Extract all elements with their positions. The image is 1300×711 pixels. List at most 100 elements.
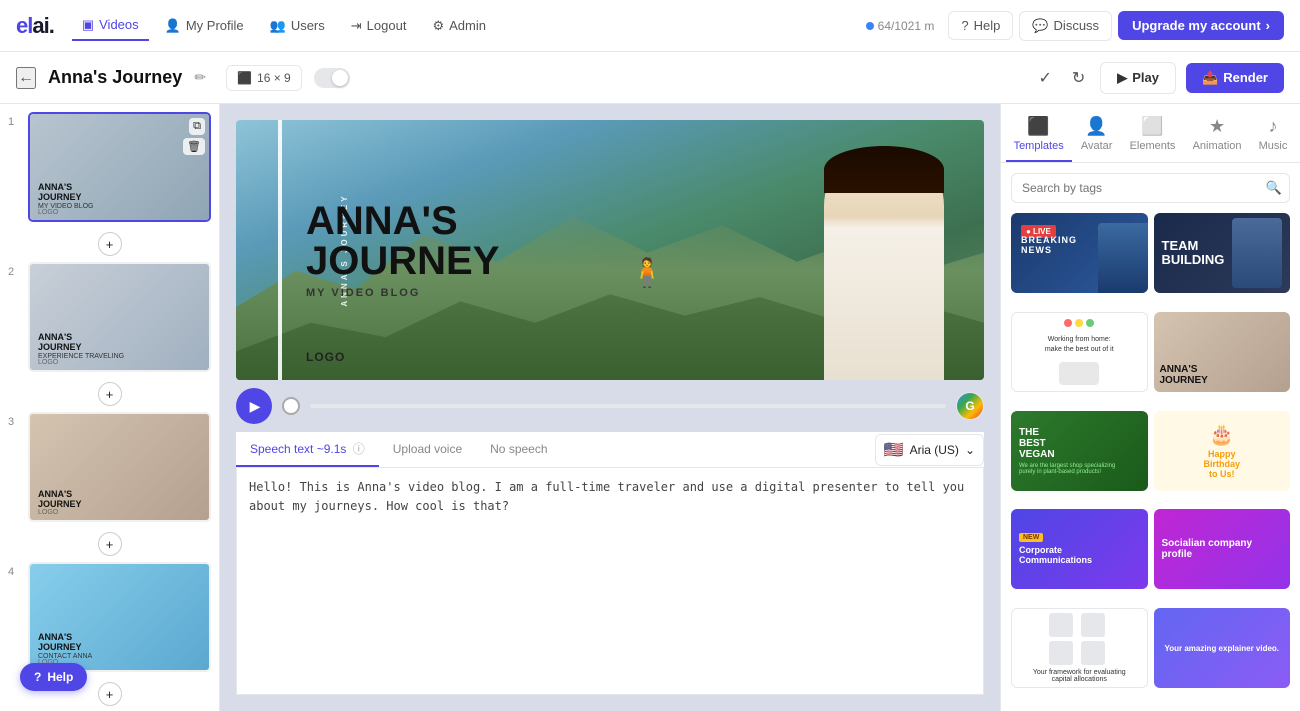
- explainer-text: Your amazing explainer video.: [1164, 644, 1279, 653]
- tab-music[interactable]: ♪ Music: [1251, 112, 1296, 162]
- bday-icon: 🎂: [1209, 422, 1234, 447]
- canvas-controls: ▶ G: [236, 380, 984, 432]
- slide-add-control[interactable]: +: [8, 232, 211, 256]
- nav-item-logout[interactable]: ⇥ Logout: [341, 12, 417, 40]
- back-button[interactable]: ←: [16, 67, 36, 89]
- slides-panel: 1 ⧉ 🗑 ANNA'SJOURNEY MY VIDEO BLOG LOGO +…: [0, 104, 220, 711]
- office-header: [1064, 319, 1094, 327]
- slide-delete-icon[interactable]: 🗑: [183, 138, 205, 155]
- logout-icon: ⇥: [351, 18, 362, 34]
- templates-icon: ⬛: [1027, 116, 1049, 137]
- discuss-icon: 💬: [1032, 18, 1048, 34]
- list-item[interactable]: 3 ANNA'SJOURNEY LOGO: [8, 412, 211, 522]
- nav-item-profile[interactable]: 👤 My Profile: [155, 12, 254, 40]
- users-icon: 👥: [270, 18, 286, 34]
- tab-no-speech[interactable]: No speech: [476, 434, 561, 466]
- tab-elements[interactable]: ⬜ Elements: [1122, 112, 1184, 162]
- list-item[interactable]: 4 ANNA'SJOURNEY CONTACT ANNA LOGO: [8, 562, 211, 672]
- play-button[interactable]: ▶ Play: [1100, 62, 1176, 94]
- right-tabs: ⬛ Templates 👤 Avatar ⬜ Elements ★ Animat…: [1001, 104, 1300, 163]
- template-card[interactable]: 🎂 HappyBirthdayto Us!: [1154, 411, 1291, 491]
- team-person: [1232, 218, 1282, 288]
- upgrade-button[interactable]: Upgrade my account ›: [1118, 11, 1284, 40]
- refresh-icon[interactable]: ↻: [1067, 63, 1090, 93]
- tab-templates[interactable]: ⬛ Templates: [1006, 112, 1072, 162]
- canvas-area: ANNA'S JOURNEY ANNA'S JOURNEY MY VIDEO B…: [220, 104, 1000, 711]
- play-circle-button[interactable]: ▶: [236, 388, 272, 424]
- render-button[interactable]: 📤 Render: [1186, 63, 1284, 93]
- slide-number: 3: [8, 412, 22, 428]
- search-icon: 🔍: [1266, 180, 1282, 196]
- speech-tabs: Speech text ~9.1s ⓘ Upload voice No spee…: [236, 432, 984, 468]
- team-building-text: TEAMBUILDING: [1162, 239, 1225, 268]
- google-icon: G: [956, 392, 984, 420]
- nav-item-users[interactable]: 👥 Users: [260, 12, 335, 40]
- edit-title-icon[interactable]: ✏: [194, 69, 206, 86]
- template-card[interactable]: TEAMBUILDING: [1154, 213, 1291, 293]
- nav-item-admin[interactable]: ⚙ Admin: [422, 12, 496, 40]
- voice-selector[interactable]: 🇺🇸 Aria (US) ⌄: [875, 434, 984, 466]
- template-card[interactable]: Your framework for evaluatingcapital all…: [1011, 608, 1148, 688]
- nav-item-videos[interactable]: ▣ Videos: [72, 11, 149, 41]
- person-silhouette: [1098, 223, 1148, 293]
- info-icon: ⓘ: [353, 442, 365, 456]
- progress-dot[interactable]: [282, 397, 300, 415]
- new-badge: NEW: [1019, 533, 1043, 542]
- tab-avatar[interactable]: 👤 Avatar: [1073, 112, 1121, 162]
- elements-icon: ⬜: [1141, 116, 1163, 137]
- bday-text: HappyBirthdayto Us!: [1203, 449, 1240, 479]
- slide-number: 4: [8, 562, 22, 578]
- slide-number: 1: [8, 112, 22, 128]
- progress-bar[interactable]: [310, 404, 946, 408]
- canvas-frame[interactable]: ANNA'S JOURNEY ANNA'S JOURNEY MY VIDEO B…: [236, 120, 984, 380]
- template-card[interactable]: THEBESTVEGAN We are the largest shop spe…: [1011, 411, 1148, 491]
- framework-text: Your framework for evaluatingcapital all…: [1033, 669, 1126, 683]
- search-box: 🔍: [1011, 173, 1290, 203]
- slide-add-control[interactable]: +: [8, 532, 211, 556]
- canvas-title-block: ANNA'S JOURNEY MY VIDEO BLOG: [306, 201, 499, 299]
- corp-title: CorporateCommunications: [1019, 545, 1140, 565]
- flag-icon: 🇺🇸: [884, 440, 904, 460]
- slide-add-control[interactable]: +: [8, 382, 211, 406]
- help-button[interactable]: ? Help: [948, 11, 1013, 40]
- template-card[interactable]: Socialian companyprofile: [1154, 509, 1291, 589]
- journey2-text: ANNA'SJOURNEY: [1160, 364, 1208, 386]
- slide-number: 2: [8, 262, 22, 278]
- video-icon: ▣: [82, 17, 94, 33]
- gear-icon: ⚙: [432, 18, 444, 34]
- discuss-button[interactable]: 💬 Discuss: [1019, 11, 1112, 41]
- template-card[interactable]: ANNA'SJOURNEY: [1154, 312, 1291, 392]
- presenter-area: 🧍: [610, 120, 984, 380]
- tab-speech-text[interactable]: Speech text ~9.1s ⓘ: [236, 432, 379, 467]
- help-bubble-icon: ?: [34, 670, 41, 684]
- aspect-ratio-button[interactable]: ⬛ 16 × 9: [226, 65, 302, 91]
- breaking-news-label: BREAKINGNEWS: [1021, 235, 1077, 255]
- help-bubble[interactable]: ? Help: [20, 663, 87, 691]
- template-card[interactable]: ● LIVE BREAKINGNEWS: [1011, 213, 1148, 293]
- profile-icon: 👤: [165, 18, 181, 34]
- social-title: Socialian companyprofile: [1162, 538, 1283, 560]
- search-input[interactable]: [1011, 173, 1290, 203]
- check-icon[interactable]: ✓: [1033, 63, 1056, 93]
- chevron-down-icon: ⌄: [965, 443, 975, 457]
- aspect-icon: ⬛: [237, 71, 252, 85]
- templates-grid: ● LIVE BREAKINGNEWS TEAMBUILDING Working…: [1001, 213, 1300, 711]
- arrow-right-icon: ›: [1266, 18, 1270, 33]
- template-card[interactable]: Your amazing explainer video.: [1154, 608, 1291, 688]
- sub-header: ← Anna's Journey ✏ ⬛ 16 × 9 ✓ ↻ ▶ Play 📤…: [0, 52, 1300, 104]
- work-from-home-text: Working from home:make the best out of i…: [1045, 335, 1114, 355]
- speech-textarea[interactable]: Hello! This is Anna's video blog. I am a…: [236, 468, 984, 695]
- toggle-switch[interactable]: [314, 68, 350, 88]
- list-item[interactable]: 2 ANNA'SJOURNEY EXPERIENCE TRAVELING LOG…: [8, 262, 211, 372]
- template-card[interactable]: NEW CorporateCommunications: [1011, 509, 1148, 589]
- play-icon: ▶: [1117, 70, 1127, 86]
- nav-stat: 64/1021 m: [866, 19, 935, 33]
- template-card[interactable]: Working from home:make the best out of i…: [1011, 312, 1148, 392]
- vegan-sub: We are the largest shop specializingpure…: [1019, 463, 1140, 475]
- tab-upload-voice[interactable]: Upload voice: [379, 434, 476, 466]
- avatar-icon: 👤: [1085, 116, 1107, 137]
- tab-animation[interactable]: ★ Animation: [1185, 112, 1250, 162]
- page-title: Anna's Journey: [48, 67, 182, 88]
- slide-copy-icon[interactable]: ⧉: [189, 118, 205, 135]
- list-item[interactable]: 1 ⧉ 🗑 ANNA'SJOURNEY MY VIDEO BLOG LOGO: [8, 112, 211, 222]
